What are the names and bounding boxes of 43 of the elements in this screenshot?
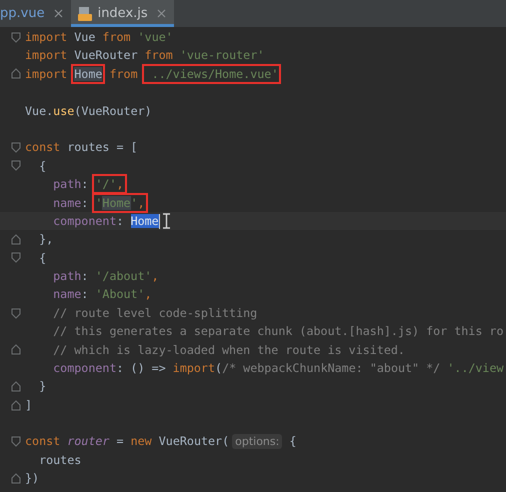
code-line: // route level code-splitting — [52, 304, 258, 322]
close-icon[interactable] — [54, 9, 63, 18]
code-line: import VueRouter from 'vue-router' — [25, 47, 264, 64]
code-line: path: '/about', — [52, 268, 159, 286]
editor-tab[interactable]: index.js — [70, 0, 174, 27]
code-line: name: 'Home', — [25, 194, 145, 212]
fold-icon[interactable] — [11, 142, 21, 154]
code-line: import Vue from 'vue' — [25, 29, 173, 46]
highlight-box: '/', — [95, 177, 124, 192]
code-line: // which is lazy-loaded when the route is visited. — [52, 342, 405, 359]
code-line: const routes = [ — [25, 139, 138, 156]
highlight-box: Home — [74, 66, 102, 81]
code-line: const router = new VueRouter( options: { — [25, 433, 296, 452]
fold-icon[interactable] — [11, 234, 21, 245]
code-line: // this generates a separate chunk (about.[hash].js) for this ro — [52, 323, 504, 340]
code-line: component: Home — [52, 212, 160, 230]
highlight-box: ../views/Home.vue' — [144, 66, 278, 81]
code-line: }, — [38, 231, 54, 248]
code-line: component: () => import(/* webpackChunkName: "about" */ '../view — [52, 360, 504, 378]
code-line: { — [38, 158, 46, 175]
code-line: import Home from ../views/Home.vue' — [25, 64, 278, 84]
code-line: path: '/', — [25, 175, 124, 194]
fold-icon[interactable] — [11, 381, 21, 392]
fold-icon[interactable] — [11, 160, 21, 172]
code-line: name: 'About', — [52, 286, 152, 304]
code-line: { — [38, 250, 46, 267]
fold-icon[interactable] — [11, 473, 21, 484]
fold-icon[interactable] — [11, 68, 21, 80]
javascript-file-icon — [76, 6, 93, 22]
fold-icon[interactable] — [11, 252, 21, 264]
fold-icon[interactable] — [11, 308, 21, 319]
fold-icon[interactable] — [11, 400, 21, 410]
fold-icon[interactable] — [11, 344, 21, 356]
editor-tab[interactable]: pp.vue — [0, 0, 71, 27]
code-line: } — [38, 378, 46, 396]
text-cursor-icon — [162, 213, 171, 230]
code-line: }) — [25, 470, 40, 488]
fold-icon[interactable] — [11, 436, 21, 448]
code-line: Vue.use(VueRouter) — [25, 102, 152, 120]
fold-icon[interactable] — [11, 32, 21, 43]
close-icon[interactable] — [156, 9, 166, 18]
code-line: ] — [25, 396, 32, 414]
code-line: routes — [38, 452, 82, 469]
